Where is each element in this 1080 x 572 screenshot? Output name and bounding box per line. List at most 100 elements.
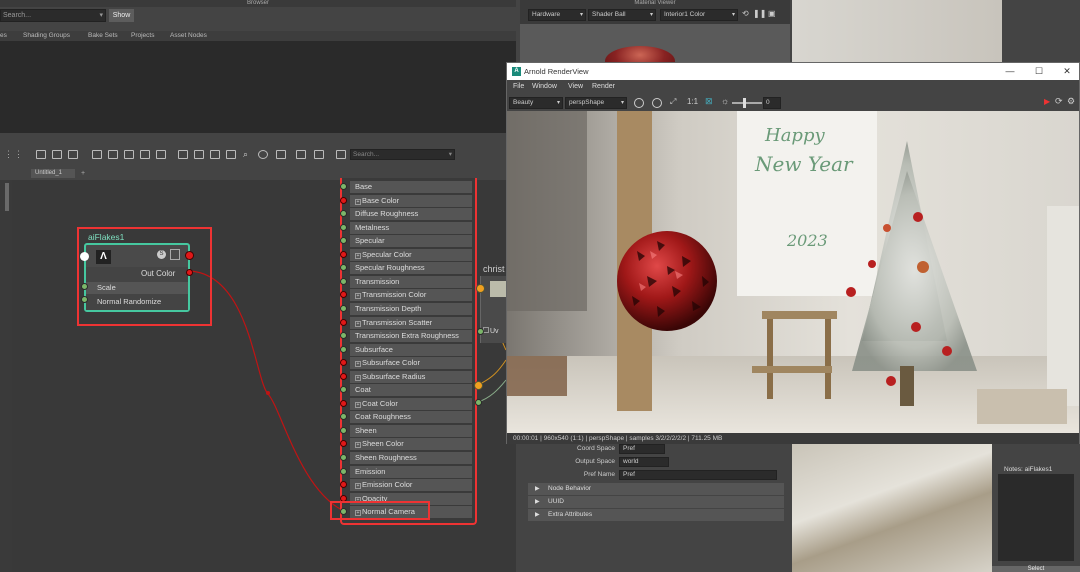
attr-port[interactable] bbox=[340, 440, 347, 447]
aov-dropdown[interactable]: Beauty ▾ bbox=[509, 97, 563, 109]
lut-icon[interactable] bbox=[652, 98, 662, 108]
attr-row-diffuse-roughness[interactable]: Diffuse Roughness bbox=[350, 208, 472, 220]
render-image[interactable]: Happy New Year 2023 bbox=[507, 111, 1079, 433]
out-color-port[interactable] bbox=[186, 269, 193, 276]
attr-port[interactable] bbox=[340, 386, 347, 393]
expand-plus-icon[interactable]: + bbox=[355, 321, 361, 327]
attr-port[interactable] bbox=[340, 278, 347, 285]
attr-row-sheen-roughness[interactable]: Sheen Roughness bbox=[350, 452, 472, 464]
exposure-icon[interactable]: ☼ bbox=[721, 96, 729, 106]
render-play-icon[interactable]: ▶ bbox=[1044, 97, 1050, 106]
attr-port[interactable] bbox=[340, 319, 347, 326]
attr-port[interactable] bbox=[340, 454, 347, 461]
expand-plus-icon[interactable]: + bbox=[355, 253, 361, 259]
swatch-toggle-icon[interactable]: S bbox=[157, 250, 166, 259]
attr-row-transmission-depth[interactable]: Transmission Depth bbox=[350, 303, 472, 315]
crop-region-icon[interactable]: ⊠ bbox=[705, 96, 713, 107]
coat-link-port[interactable] bbox=[474, 381, 483, 390]
attr-row-coat-roughness[interactable]: Coat Roughness bbox=[350, 411, 472, 423]
attr-row-sheen-color[interactable]: + Sheen Color bbox=[350, 438, 472, 450]
attr-row-specular[interactable]: Specular bbox=[350, 235, 472, 247]
expand-plus-icon[interactable]: + bbox=[355, 402, 361, 408]
attr-row-subsurface-radius[interactable]: + Subsurface Radius bbox=[350, 371, 472, 383]
render-icon[interactable]: ⟲ bbox=[742, 9, 749, 18]
section-uuid[interactable]: ▶ UUID bbox=[528, 496, 784, 508]
exposure-slider-handle[interactable] bbox=[743, 98, 746, 108]
expand-plus-icon[interactable]: + bbox=[355, 483, 361, 489]
attr-row-metalness[interactable]: Metalness bbox=[350, 222, 472, 234]
display-channel-icon[interactable] bbox=[634, 98, 644, 108]
attr-port[interactable] bbox=[340, 210, 347, 217]
attr-port[interactable] bbox=[340, 251, 347, 258]
flakes-to-normal-wire[interactable] bbox=[189, 270, 345, 512]
section-extra-attributes[interactable]: ▶ Extra Attributes bbox=[528, 509, 784, 521]
output-space-dropdown[interactable]: world bbox=[619, 457, 669, 467]
environment-dropdown[interactable]: Interior1 Color ▾ bbox=[660, 9, 738, 21]
attr-port[interactable] bbox=[340, 291, 347, 298]
menu-file[interactable]: File bbox=[513, 80, 524, 94]
select-button[interactable]: Select bbox=[992, 566, 1080, 572]
attr-port[interactable] bbox=[340, 468, 347, 475]
menu-window[interactable]: Window bbox=[532, 80, 557, 94]
attr-port[interactable] bbox=[340, 305, 347, 312]
flakes-node[interactable]: Λ S Out Color Scale Normal Randomize bbox=[84, 243, 190, 312]
attr-row-subsurface-color[interactable]: + Subsurface Color bbox=[350, 357, 472, 369]
scale-port[interactable] bbox=[81, 283, 88, 290]
attr-row-transmission[interactable]: Transmission bbox=[350, 276, 472, 288]
pref-name-field[interactable]: Pref bbox=[619, 470, 777, 480]
attr-port[interactable] bbox=[340, 224, 347, 231]
attr-port[interactable] bbox=[340, 413, 347, 420]
attr-row-specular-color[interactable]: + Specular Color bbox=[350, 249, 472, 261]
renderer-dropdown[interactable]: Hardware ▾ bbox=[528, 9, 586, 21]
expand-plus-icon[interactable]: + bbox=[355, 375, 361, 381]
flakes-output-port[interactable] bbox=[185, 251, 194, 260]
pause-icon[interactable]: ❚❚ bbox=[753, 9, 766, 18]
expand-plus-icon[interactable]: + bbox=[355, 442, 361, 448]
maximize-icon[interactable]: ☐ bbox=[1024, 63, 1054, 80]
flakes-input-port[interactable] bbox=[80, 252, 89, 261]
attr-row-specular-roughness[interactable]: Specular Roughness bbox=[350, 262, 472, 274]
expand-plus-icon[interactable]: + bbox=[355, 199, 361, 205]
uv-port[interactable] bbox=[477, 328, 484, 335]
attr-port[interactable] bbox=[340, 332, 347, 339]
attr-port[interactable] bbox=[340, 346, 347, 353]
attr-port[interactable] bbox=[340, 481, 347, 488]
attribute-list-icon[interactable] bbox=[170, 249, 180, 260]
expand-plus-icon[interactable]: + bbox=[355, 293, 361, 299]
minimize-icon[interactable]: — bbox=[995, 63, 1025, 80]
attr-port[interactable] bbox=[340, 427, 347, 434]
fit-icon[interactable]: ⤢ bbox=[670, 97, 676, 107]
attr-row-transmission-scatter[interactable]: + Transmission Scatter bbox=[350, 317, 472, 329]
attr-row-transmission-extra-roughness[interactable]: Transmission Extra Roughness bbox=[350, 330, 472, 342]
close-icon[interactable]: ✕ bbox=[1052, 63, 1080, 80]
coord-space-dropdown[interactable]: Pref bbox=[619, 444, 665, 454]
menu-render[interactable]: Render bbox=[592, 80, 615, 94]
attr-port[interactable] bbox=[340, 264, 347, 271]
attr-port[interactable] bbox=[340, 400, 347, 407]
menu-view[interactable]: View bbox=[568, 80, 583, 94]
attr-row-base-color[interactable]: + Base Color bbox=[350, 195, 472, 207]
exposure-slider-track[interactable] bbox=[732, 102, 762, 104]
coat-color-link-port[interactable] bbox=[475, 399, 482, 406]
attr-port[interactable] bbox=[340, 359, 347, 366]
attr-row-emission[interactable]: Emission bbox=[350, 466, 472, 478]
attr-row-base[interactable]: Base bbox=[350, 181, 472, 193]
exposure-field[interactable]: 0 bbox=[763, 97, 781, 109]
attr-row-sheen[interactable]: Sheen bbox=[350, 425, 472, 437]
shape-dropdown[interactable]: Shader Ball ▾ bbox=[588, 9, 656, 21]
section-node-behavior[interactable]: ▶ Node Behavior bbox=[528, 483, 784, 495]
snapshot-icon[interactable]: ▣ bbox=[768, 9, 776, 18]
christ-input-port[interactable] bbox=[476, 284, 485, 293]
notes-textarea[interactable] bbox=[998, 474, 1074, 561]
ratio-button[interactable]: 1:1 bbox=[687, 97, 698, 106]
attr-port[interactable] bbox=[340, 373, 347, 380]
attr-port[interactable] bbox=[340, 237, 347, 244]
normal-randomize-port[interactable] bbox=[81, 296, 88, 303]
attr-row-emission-color[interactable]: + Emission Color bbox=[350, 479, 472, 491]
attr-row-transmission-color[interactable]: + Transmission Color bbox=[350, 289, 472, 301]
attr-row-coat-color[interactable]: + Coat Color bbox=[350, 398, 472, 410]
attr-row-subsurface[interactable]: Subsurface bbox=[350, 344, 472, 356]
refresh-icon[interactable]: ⟳ bbox=[1055, 96, 1063, 107]
attr-row-coat[interactable]: Coat bbox=[350, 384, 472, 396]
attr-port[interactable] bbox=[340, 183, 347, 190]
